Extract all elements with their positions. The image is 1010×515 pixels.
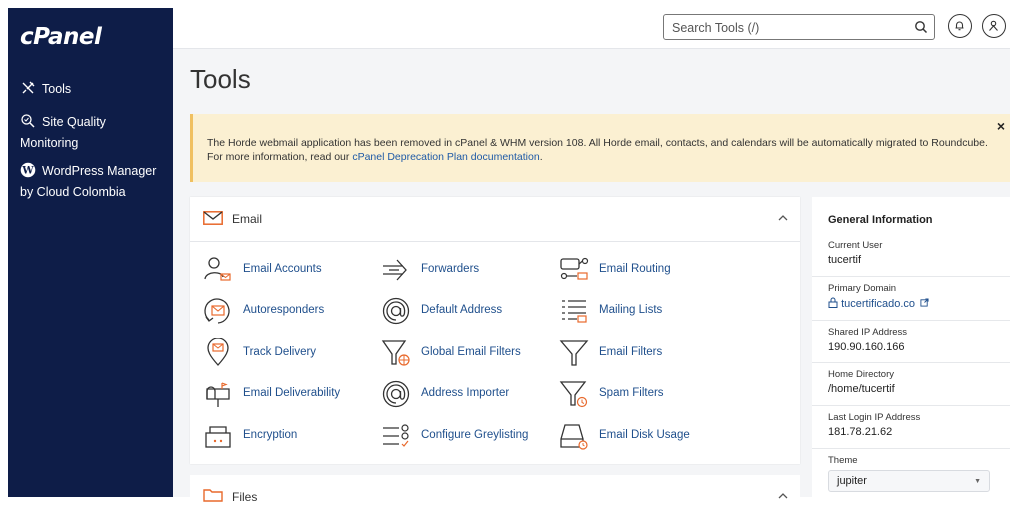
sidebar-item-wordpress[interactable]: W WordPress Manager by Cloud Colombia [20, 161, 156, 203]
primary-domain-row: Primary Domain tucertificado.co [812, 276, 1010, 321]
lock-icon [828, 297, 838, 308]
notifications-button[interactable] [948, 14, 972, 38]
current-user-value: tucertif [828, 254, 862, 266]
spam-filters-icon [559, 379, 589, 409]
deprecation-plan-link[interactable]: cPanel Deprecation Plan documentation [352, 151, 539, 163]
search-box[interactable] [663, 14, 935, 40]
general-information-title: General Information [828, 214, 933, 226]
files-panel-title: Files [232, 490, 258, 504]
greylisting-icon [381, 421, 411, 451]
search-input[interactable] [670, 18, 904, 38]
shared-ip-row: Shared IP Address 190.90.160.166 [812, 320, 1010, 363]
tools-icon [20, 80, 36, 96]
chevron-up-icon[interactable] [778, 214, 788, 222]
sidebar-item-site-quality[interactable]: Site Quality Monitoring [20, 112, 106, 154]
email-panel-header[interactable]: Email [190, 197, 800, 242]
global-filters-icon [381, 338, 411, 368]
mailing-lists-icon [559, 296, 589, 326]
last-login-value: 181.78.21.62 [828, 426, 893, 438]
last-login-row: Last Login IP Address 181.78.21.62 [812, 405, 1010, 449]
disk-usage-icon [559, 421, 589, 451]
svg-text:W: W [21, 166, 34, 177]
home-directory-row: Home Directory /home/tucertif [812, 362, 1010, 406]
current-user-row: Current User tucertif [828, 240, 883, 266]
track-delivery-icon [203, 337, 233, 368]
deliverability-icon [203, 379, 233, 409]
address-importer-icon [381, 379, 411, 409]
notice-line-2: For more information, read our cPanel De… [207, 151, 543, 163]
email-panel: Email Email Accounts Forwarders Email Ro… [190, 197, 800, 464]
notice-close-button[interactable]: × [997, 118, 1005, 134]
autoresponders-icon [203, 296, 233, 326]
cpanel-logo[interactable]: cPanel [20, 24, 102, 50]
theme-select[interactable]: jupiter ▼ [828, 470, 990, 492]
site-quality-icon [20, 113, 36, 129]
search-icon[interactable] [914, 20, 928, 34]
general-information-panel: General Information Current User tucerti… [812, 197, 1010, 497]
wordpress-icon: W [20, 162, 36, 178]
home-directory-value: /home/tucertif [828, 383, 895, 395]
encryption-icon [203, 421, 233, 451]
default-address-icon [381, 296, 411, 326]
bell-icon [955, 21, 964, 31]
user-menu-button[interactable] [982, 14, 1006, 38]
theme-row: Theme jupiter ▼ [812, 448, 1010, 498]
chevron-up-icon[interactable] [778, 492, 788, 500]
caret-down-icon: ▼ [974, 478, 981, 485]
folder-icon [203, 489, 223, 502]
shared-ip-value: 190.90.160.166 [828, 341, 905, 353]
email-panel-title: Email [232, 212, 263, 226]
forwarders-icon [381, 255, 411, 285]
notice-line-1: The Horde webmail application has been r… [207, 137, 988, 149]
primary-domain-link[interactable]: tucertificado.co [828, 297, 929, 310]
mail-icon [203, 211, 223, 225]
user-icon [989, 20, 998, 31]
external-link-icon [920, 298, 929, 307]
main-content: Tools The Horde webmail application has … [173, 0, 1010, 515]
top-bar [173, 0, 1010, 49]
page-title: Tools [190, 64, 251, 94]
sidebar: cPanel Tools Site Quality Monitoring W W… [8, 8, 173, 497]
files-panel[interactable]: Files [190, 475, 800, 515]
email-filters-icon [559, 338, 589, 368]
email-routing-icon [559, 255, 589, 285]
deprecation-notice: The Horde webmail application has been r… [190, 114, 1010, 182]
email-accounts-icon [203, 255, 233, 285]
sidebar-item-tools[interactable]: Tools [20, 79, 71, 100]
